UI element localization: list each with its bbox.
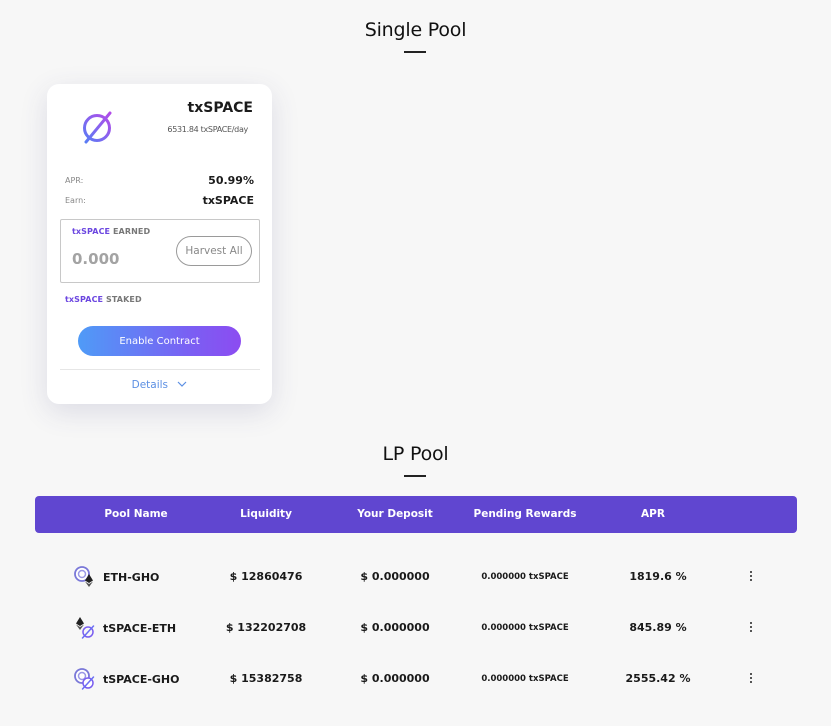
liquidity-cell: $ 12860476 [229, 570, 303, 583]
single-pool-title: Single Pool [364, 19, 467, 41]
details-label: Details [131, 379, 169, 391]
space-token-logo-icon [83, 111, 112, 144]
table-row[interactable]: tSPACE-GHO $ 15382758 $ 0.000000 0.00000… [35, 659, 797, 699]
col-liquidity: Liquidity [240, 508, 292, 520]
single-pool-title-underline [404, 51, 426, 53]
deposit-cell: $ 0.000000 [360, 621, 430, 634]
staked-suffix: STAKED [103, 295, 142, 304]
apr-value: 50.99% [208, 174, 254, 187]
rewards-cell: 0.000000 txSPACE [481, 623, 569, 633]
rewards-cell: 0.000000 txSPACE [481, 674, 569, 684]
pool-name: tSPACE-GHO [103, 672, 180, 686]
card-token-name: txSPACE [187, 100, 253, 116]
more-options-icon[interactable] [745, 569, 757, 585]
col-apr: APR [641, 508, 665, 520]
pool-name-cell: tSPACE-GHO [73, 659, 179, 699]
earn-label: Earn: [65, 196, 86, 205]
more-options-icon[interactable] [745, 620, 757, 636]
details-toggle[interactable]: Details [47, 379, 272, 391]
deposit-cell: $ 0.000000 [360, 672, 430, 685]
more-options-icon[interactable] [745, 671, 757, 687]
lp-pool-title-underline [404, 475, 426, 477]
staked-label: txSPACE STAKED [65, 295, 142, 304]
enable-contract-button[interactable]: Enable Contract [78, 326, 241, 356]
gho-eth-pair-icon [74, 566, 93, 587]
pool-name: ETH-GHO [103, 570, 160, 584]
liquidity-cell: $ 132202708 [225, 621, 307, 634]
earn-value: txSPACE [202, 194, 254, 207]
liquidity-cell: $ 15382758 [229, 672, 303, 685]
harvest-all-button[interactable]: Harvest All [176, 236, 252, 266]
pool-name-cell: ETH-GHO [73, 557, 159, 597]
earn-row: Earn: txSPACE [65, 194, 254, 207]
rewards-cell: 0.000000 txSPACE [481, 572, 569, 582]
card-rate: 6531.84 txSPACE/day [167, 125, 248, 134]
pool-card: txSPACE 6531.84 txSPACE/day APR: 50.99% … [47, 84, 272, 404]
col-pool-name: Pool Name [104, 508, 168, 520]
earned-amount: 0.000 [72, 250, 120, 268]
pool-name: tSPACE-ETH [103, 621, 177, 635]
apr-cell: 2555.42 % [625, 672, 691, 685]
space-eth-pair-icon [76, 617, 95, 639]
card-divider [60, 369, 260, 370]
apr-label: APR: [65, 176, 84, 185]
apr-cell: 845.89 % [629, 621, 687, 634]
space-gho-pair-icon [74, 668, 95, 690]
staked-token: txSPACE [65, 295, 104, 304]
apr-cell: 1819.6 % [629, 570, 687, 583]
col-pending-rewards: Pending Rewards [473, 508, 577, 520]
earned-label: txSPACE EARNED [72, 227, 150, 236]
table-row[interactable]: ETH-GHO $ 12860476 $ 0.000000 0.000000 t… [35, 557, 797, 597]
pool-name-cell: tSPACE-ETH [73, 608, 176, 648]
col-your-deposit: Your Deposit [357, 508, 433, 520]
apr-row: APR: 50.99% [65, 174, 254, 187]
earned-box: txSPACE EARNED 0.000 Harvest All [60, 219, 260, 283]
table-row[interactable]: tSPACE-ETH $ 132202708 $ 0.000000 0.0000… [35, 608, 797, 648]
earned-token: txSPACE [72, 227, 111, 236]
earned-suffix: EARNED [110, 227, 151, 236]
chevron-down-icon [177, 381, 187, 387]
lp-table-header: Pool Name Liquidity Your Deposit Pending… [35, 496, 797, 533]
lp-pool-title: LP Pool [382, 443, 449, 465]
deposit-cell: $ 0.000000 [360, 570, 430, 583]
